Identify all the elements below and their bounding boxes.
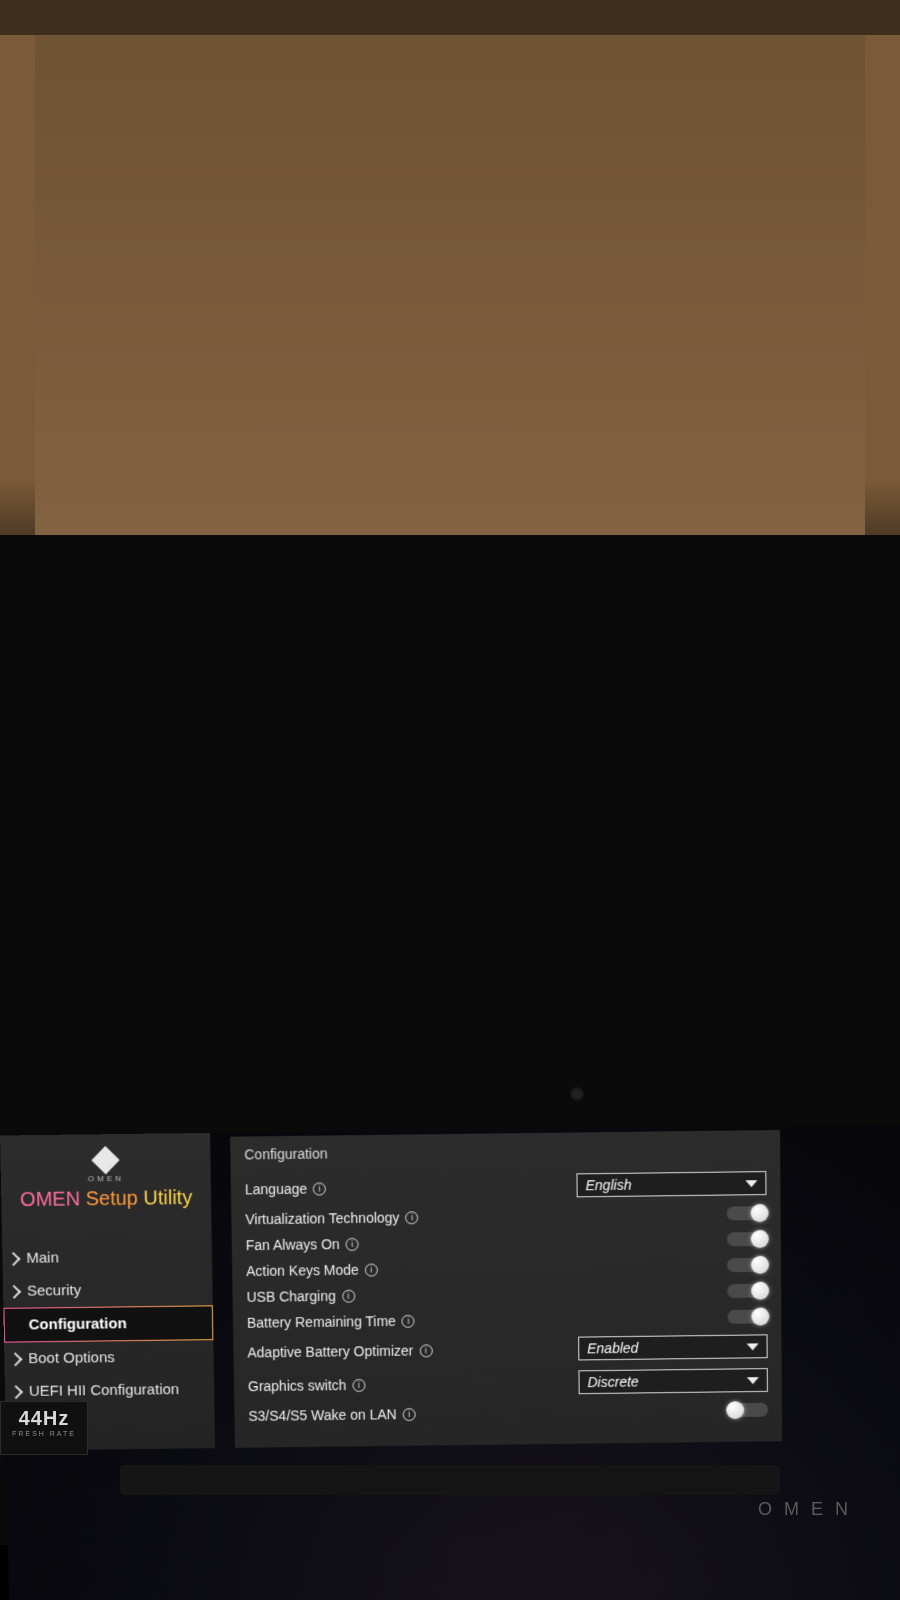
setting-label: Language i: [245, 1180, 326, 1197]
setting-label: Graphics switch i: [248, 1377, 366, 1394]
laptop-hinge: [120, 1465, 780, 1495]
dropdown-value: Enabled: [587, 1340, 638, 1357]
setting-label: Adaptive Battery Optimizer i: [247, 1342, 432, 1360]
chevron-down-icon: [747, 1377, 759, 1384]
setting-label: S3/S4/S5 Wake on LAN i: [248, 1406, 415, 1424]
sidebar-item-label: Main: [26, 1249, 59, 1266]
shelf-back: [35, 35, 865, 535]
dropdown-value: Discrete: [587, 1374, 638, 1390]
toggle-knob: [751, 1204, 769, 1222]
info-icon[interactable]: i: [346, 1237, 359, 1250]
chevron-right-icon: [6, 1251, 20, 1265]
brand-subtext: OMEN: [7, 1173, 205, 1184]
app-title: OMEN Setup Utility: [7, 1188, 205, 1210]
dropdown-value: English: [585, 1177, 631, 1194]
chevron-right-icon: [9, 1385, 23, 1399]
setting-label-text: Graphics switch: [248, 1377, 347, 1394]
webcam: [570, 1087, 584, 1101]
sticker-hz: 44Hz: [1, 1408, 87, 1431]
sticker-sub: FRESH RATE: [1, 1431, 87, 1438]
title-part-omen: OMEN: [20, 1188, 86, 1211]
info-icon[interactable]: i: [313, 1182, 326, 1195]
sidebar-item-main[interactable]: Main: [2, 1240, 212, 1275]
setting-label-text: Action Keys Mode: [246, 1262, 359, 1279]
bios-window: OMEN OMEN Setup Utility Main Security Conf…: [0, 1126, 782, 1451]
toggle-battery-remaining-time[interactable]: [727, 1310, 767, 1324]
setting-label-text: Battery Remaining Time: [247, 1313, 396, 1331]
setting-label-text: Language: [245, 1181, 307, 1198]
info-icon[interactable]: i: [342, 1289, 355, 1302]
laptop-screen: OMEN OMEN Setup Utility Main Security Conf…: [0, 1125, 900, 1600]
toggle-action-keys-mode[interactable]: [727, 1258, 767, 1272]
setting-label: USB Charging i: [246, 1288, 354, 1305]
chevron-right-icon: [8, 1352, 22, 1366]
sidebar-item-label: UEFI HII Configuration: [29, 1381, 180, 1400]
setting-label-text: Fan Always On: [246, 1236, 340, 1253]
dropdown-adaptive-battery-optimizer[interactable]: Enabled: [578, 1334, 768, 1360]
toggle-s3/s4/s5-wake-on-lan[interactable]: [728, 1403, 768, 1417]
setting-label: Battery Remaining Time i: [247, 1313, 415, 1331]
sidebar-item-security[interactable]: Security: [3, 1273, 213, 1308]
toggle-knob: [751, 1282, 769, 1300]
info-icon[interactable]: i: [419, 1344, 432, 1357]
setting-label: Virtualization Technology i: [245, 1209, 418, 1227]
toggle-virtualization-technology[interactable]: [727, 1206, 767, 1220]
laptop-bezel: OMEN OMEN Setup Utility Main Security Conf…: [0, 535, 900, 1545]
omen-logo-icon: [91, 1146, 119, 1174]
sidebar-item-boot-options[interactable]: Boot Options: [4, 1340, 214, 1375]
info-icon[interactable]: i: [403, 1408, 416, 1421]
info-icon[interactable]: i: [352, 1378, 365, 1391]
title-part-utility: Utility: [143, 1187, 192, 1210]
sidebar-item-label: Security: [27, 1282, 81, 1300]
toggle-usb-charging[interactable]: [727, 1284, 767, 1298]
setting-row: S3/S4/S5 Wake on LAN i: [248, 1397, 768, 1429]
chevron-right-icon: [7, 1284, 21, 1298]
info-icon[interactable]: i: [402, 1314, 415, 1327]
toggle-knob: [751, 1307, 769, 1325]
panel-title: Configuration: [244, 1140, 766, 1162]
sidebar-item-label: Boot Options: [28, 1349, 115, 1367]
setting-label: Fan Always On i: [246, 1236, 359, 1253]
dropdown-graphics-switch[interactable]: Discrete: [578, 1368, 767, 1394]
setting-label-text: Adaptive Battery Optimizer: [247, 1343, 413, 1361]
toggle-knob: [751, 1256, 769, 1274]
photo-scene: OMEN OMEN Setup Utility Main Security Conf…: [0, 0, 900, 1600]
info-icon[interactable]: i: [365, 1263, 378, 1276]
setting-label-text: S3/S4/S5 Wake on LAN: [248, 1406, 396, 1424]
chevron-down-icon: [747, 1343, 759, 1350]
setting-label-text: Virtualization Technology: [245, 1209, 399, 1227]
info-icon[interactable]: i: [405, 1211, 418, 1224]
sidebar-item-label: Configuration: [29, 1315, 127, 1333]
brand-block: OMEN OMEN Setup Utility: [0, 1133, 211, 1224]
sidebar-item-configuration[interactable]: Configuration: [3, 1305, 213, 1342]
toggle-fan-always-on[interactable]: [727, 1232, 767, 1246]
dropdown-language[interactable]: English: [576, 1171, 766, 1197]
chevron-down-icon: [745, 1180, 757, 1187]
shelf-edge: [0, 0, 900, 35]
refresh-rate-sticker: 44Hz FRESH RATE: [0, 1401, 88, 1455]
setting-label: Action Keys Mode i: [246, 1262, 378, 1280]
setting-label-text: USB Charging: [246, 1288, 335, 1305]
toggle-knob: [751, 1230, 769, 1248]
title-part-setup: Setup: [85, 1188, 143, 1211]
settings-list: Language i English Virtualization Technolog…: [245, 1166, 768, 1429]
bezel-brand: OMEN: [758, 1499, 860, 1520]
toggle-knob: [726, 1401, 744, 1419]
config-panel: Configuration Language i English Virtualiza…: [230, 1130, 782, 1448]
